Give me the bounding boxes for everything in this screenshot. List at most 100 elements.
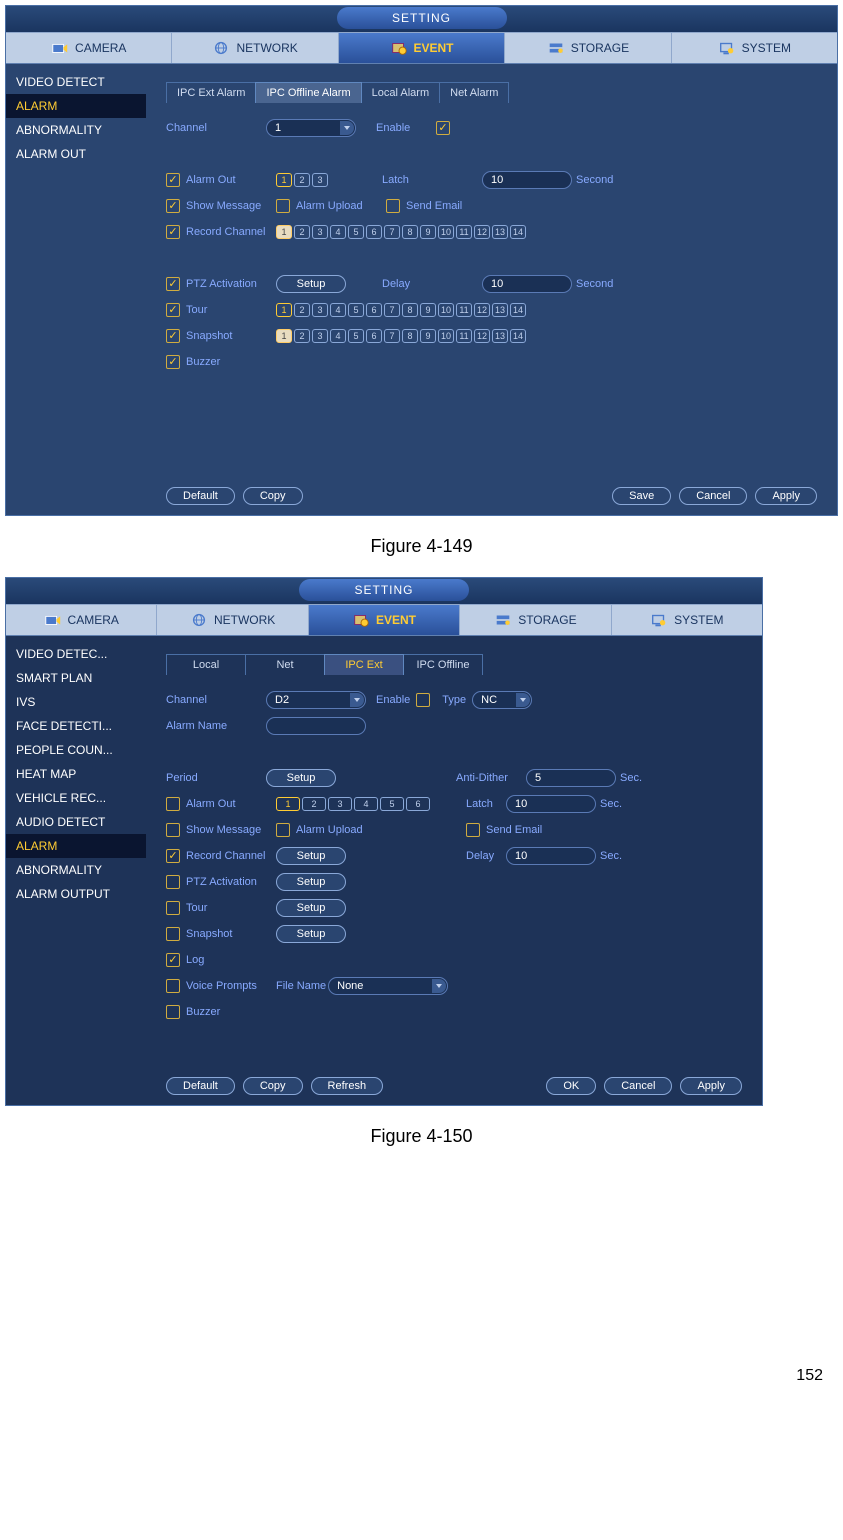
sidebar-item-smart-plan[interactable]: SMART PLAN bbox=[6, 666, 146, 690]
apply-button[interactable]: Apply bbox=[680, 1077, 742, 1095]
channel-14[interactable]: 14 bbox=[510, 303, 526, 317]
alarm-upload-checkbox[interactable] bbox=[276, 199, 290, 213]
show-message-checkbox[interactable] bbox=[166, 199, 180, 213]
channel-7[interactable]: 7 bbox=[384, 303, 400, 317]
ptz-checkbox[interactable] bbox=[166, 277, 180, 291]
channel-7[interactable]: 7 bbox=[384, 329, 400, 343]
channel-5[interactable]: 5 bbox=[348, 303, 364, 317]
alarm-upload-checkbox[interactable] bbox=[276, 823, 290, 837]
channel-12[interactable]: 12 bbox=[474, 329, 490, 343]
file-name-dropdown[interactable]: None bbox=[328, 977, 448, 995]
log-checkbox[interactable] bbox=[166, 953, 180, 967]
delay-field[interactable]: 10 bbox=[482, 275, 572, 293]
sidebar-item-video-detect[interactable]: VIDEO DETEC... bbox=[6, 642, 146, 666]
channel-2[interactable]: 2 bbox=[294, 329, 310, 343]
channel-5[interactable]: 5 bbox=[348, 225, 364, 239]
copy-button[interactable]: Copy bbox=[243, 487, 303, 505]
latch-field[interactable]: 10 bbox=[482, 171, 572, 189]
channel-3[interactable]: 3 bbox=[312, 329, 328, 343]
snapshot-setup-button[interactable]: Setup bbox=[276, 925, 346, 943]
sidebar-item-alarm[interactable]: ALARM bbox=[6, 94, 146, 118]
channel-12[interactable]: 12 bbox=[474, 225, 490, 239]
tab-event[interactable]: EVENT bbox=[339, 33, 505, 63]
channel-6[interactable]: 6 bbox=[366, 303, 382, 317]
tab-system[interactable]: SYSTEM bbox=[612, 605, 762, 635]
tab-storage[interactable]: STORAGE bbox=[460, 605, 611, 635]
channel-5[interactable]: 5 bbox=[348, 329, 364, 343]
channel-7[interactable]: 7 bbox=[384, 225, 400, 239]
channel-8[interactable]: 8 bbox=[402, 303, 418, 317]
ptz-checkbox[interactable] bbox=[166, 875, 180, 889]
channel-4[interactable]: 4 bbox=[330, 303, 346, 317]
channel-4[interactable]: 4 bbox=[330, 329, 346, 343]
sidebar-item-heat-map[interactable]: HEAT MAP bbox=[6, 762, 146, 786]
subtab-local-alarm[interactable]: Local Alarm bbox=[361, 82, 440, 103]
sidebar-item-alarm-out[interactable]: ALARM OUT bbox=[6, 142, 146, 166]
anti-dither-field[interactable]: 5 bbox=[526, 769, 616, 787]
subtab-local[interactable]: Local bbox=[166, 654, 246, 675]
sidebar-item-people-count[interactable]: PEOPLE COUN... bbox=[6, 738, 146, 762]
channel-1[interactable]: 1 bbox=[276, 329, 292, 343]
tab-storage[interactable]: STORAGE bbox=[505, 33, 671, 63]
send-email-checkbox[interactable] bbox=[466, 823, 480, 837]
type-dropdown[interactable]: NC bbox=[472, 691, 532, 709]
channel-dropdown[interactable]: D2 bbox=[266, 691, 366, 709]
channel-14[interactable]: 14 bbox=[510, 225, 526, 239]
snapshot-checkbox[interactable] bbox=[166, 927, 180, 941]
ptz-setup-button[interactable]: Setup bbox=[276, 275, 346, 293]
channel-11[interactable]: 11 bbox=[456, 329, 472, 343]
alarm-out-ch-2[interactable]: 2 bbox=[294, 173, 310, 187]
channel-14[interactable]: 14 bbox=[510, 329, 526, 343]
alarm-out-ch-4[interactable]: 4 bbox=[354, 797, 378, 811]
tour-setup-button[interactable]: Setup bbox=[276, 899, 346, 917]
sidebar-item-abnormality[interactable]: ABNORMALITY bbox=[6, 118, 146, 142]
alarm-name-field[interactable] bbox=[266, 717, 366, 735]
sidebar-item-face-detect[interactable]: FACE DETECTI... bbox=[6, 714, 146, 738]
channel-6[interactable]: 6 bbox=[366, 225, 382, 239]
channel-12[interactable]: 12 bbox=[474, 303, 490, 317]
channel-8[interactable]: 8 bbox=[402, 329, 418, 343]
channel-10[interactable]: 10 bbox=[438, 303, 454, 317]
subtab-net-alarm[interactable]: Net Alarm bbox=[439, 82, 509, 103]
alarm-out-checkbox[interactable] bbox=[166, 173, 180, 187]
channel-11[interactable]: 11 bbox=[456, 303, 472, 317]
channel-1[interactable]: 1 bbox=[276, 225, 292, 239]
sidebar-item-vehicle-rec[interactable]: VEHICLE REC... bbox=[6, 786, 146, 810]
subtab-net[interactable]: Net bbox=[245, 654, 325, 675]
record-channel-checkbox[interactable] bbox=[166, 225, 180, 239]
alarm-out-ch-3[interactable]: 3 bbox=[312, 173, 328, 187]
apply-button[interactable]: Apply bbox=[755, 487, 817, 505]
alarm-out-ch-1[interactable]: 1 bbox=[276, 797, 300, 811]
period-setup-button[interactable]: Setup bbox=[266, 769, 336, 787]
ptz-setup-button[interactable]: Setup bbox=[276, 873, 346, 891]
default-button[interactable]: Default bbox=[166, 1077, 235, 1095]
enable-checkbox[interactable] bbox=[416, 693, 430, 707]
cancel-button[interactable]: Cancel bbox=[604, 1077, 672, 1095]
latch-field[interactable]: 10 bbox=[506, 795, 596, 813]
channel-3[interactable]: 3 bbox=[312, 303, 328, 317]
voice-prompts-checkbox[interactable] bbox=[166, 979, 180, 993]
channel-11[interactable]: 11 bbox=[456, 225, 472, 239]
channel-6[interactable]: 6 bbox=[366, 329, 382, 343]
sidebar-item-alarm[interactable]: ALARM bbox=[6, 834, 146, 858]
record-setup-button[interactable]: Setup bbox=[276, 847, 346, 865]
channel-13[interactable]: 13 bbox=[492, 329, 508, 343]
alarm-out-ch-3[interactable]: 3 bbox=[328, 797, 352, 811]
buzzer-checkbox[interactable] bbox=[166, 355, 180, 369]
enable-checkbox[interactable] bbox=[436, 121, 450, 135]
alarm-out-ch-6[interactable]: 6 bbox=[406, 797, 430, 811]
channel-dropdown[interactable]: 1 bbox=[266, 119, 356, 137]
tab-event[interactable]: EVENT bbox=[309, 605, 460, 635]
tab-system[interactable]: SYSTEM bbox=[672, 33, 837, 63]
record-channel-checkbox[interactable] bbox=[166, 849, 180, 863]
tour-checkbox[interactable] bbox=[166, 303, 180, 317]
alarm-out-ch-2[interactable]: 2 bbox=[302, 797, 326, 811]
tour-checkbox[interactable] bbox=[166, 901, 180, 915]
channel-9[interactable]: 9 bbox=[420, 225, 436, 239]
cancel-button[interactable]: Cancel bbox=[679, 487, 747, 505]
snapshot-checkbox[interactable] bbox=[166, 329, 180, 343]
channel-4[interactable]: 4 bbox=[330, 225, 346, 239]
ok-button[interactable]: OK bbox=[546, 1077, 596, 1095]
channel-10[interactable]: 10 bbox=[438, 225, 454, 239]
sidebar-item-alarm-output[interactable]: ALARM OUTPUT bbox=[6, 882, 146, 906]
